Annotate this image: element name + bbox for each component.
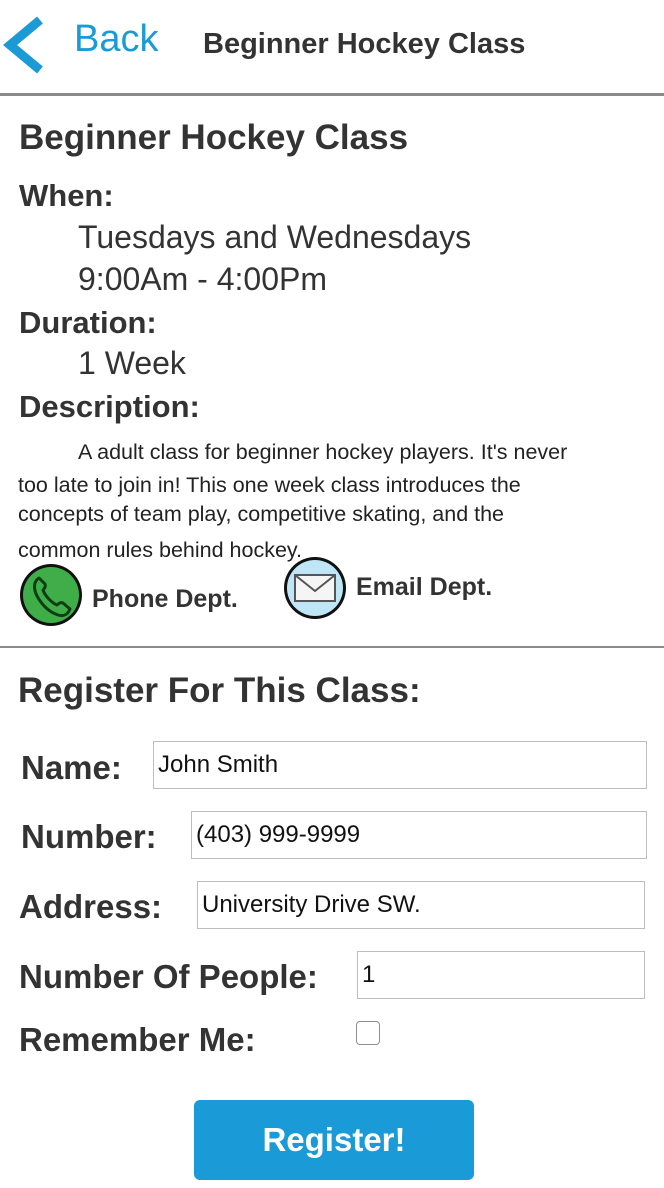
envelope-icon (282, 555, 348, 626)
class-hours: 9:00Am - 4:00Pm (78, 261, 327, 297)
class-days: Tuesdays and Wednesdays (78, 219, 472, 255)
phone-icon (18, 562, 84, 633)
remember-label: Remember Me: (19, 1021, 256, 1058)
address-label: Address: (19, 888, 163, 925)
address-field[interactable] (197, 881, 645, 929)
description-label: Description: (19, 389, 200, 424)
number-field[interactable] (191, 811, 647, 859)
register-button[interactable]: Register! (194, 1100, 474, 1180)
phone-dept-link[interactable]: Phone Dept. (18, 562, 238, 633)
number-label: Number: (21, 818, 157, 855)
phone-dept-label: Phone Dept. (92, 585, 238, 613)
chevron-left-icon (0, 14, 48, 76)
class-title: Beginner Hockey Class (19, 118, 409, 157)
back-label: Back (74, 18, 159, 60)
people-label: Number Of People: (19, 958, 318, 995)
name-label: Name: (21, 749, 122, 786)
name-field[interactable] (153, 741, 647, 789)
class-description: A adult class for beginner hockey player… (18, 436, 648, 567)
people-field[interactable] (357, 951, 645, 999)
when-label: When: (19, 178, 114, 213)
nav-bar: Back Beginner Hockey Class (0, 0, 664, 96)
register-title: Register For This Class: (18, 671, 421, 710)
back-button[interactable]: Back (0, 14, 158, 76)
remember-checkbox[interactable] (356, 1021, 380, 1045)
description-line: A adult class for beginner hockey player… (78, 440, 568, 464)
description-line: concepts of team play, competitive skati… (18, 502, 505, 526)
duration-label: Duration: (19, 305, 157, 340)
email-dept-label: Email Dept. (356, 573, 493, 601)
page-title: Beginner Hockey Class (203, 28, 526, 60)
email-dept-link[interactable]: Email Dept. (282, 555, 492, 626)
class-duration: 1 Week (78, 345, 186, 381)
section-divider (0, 646, 664, 648)
